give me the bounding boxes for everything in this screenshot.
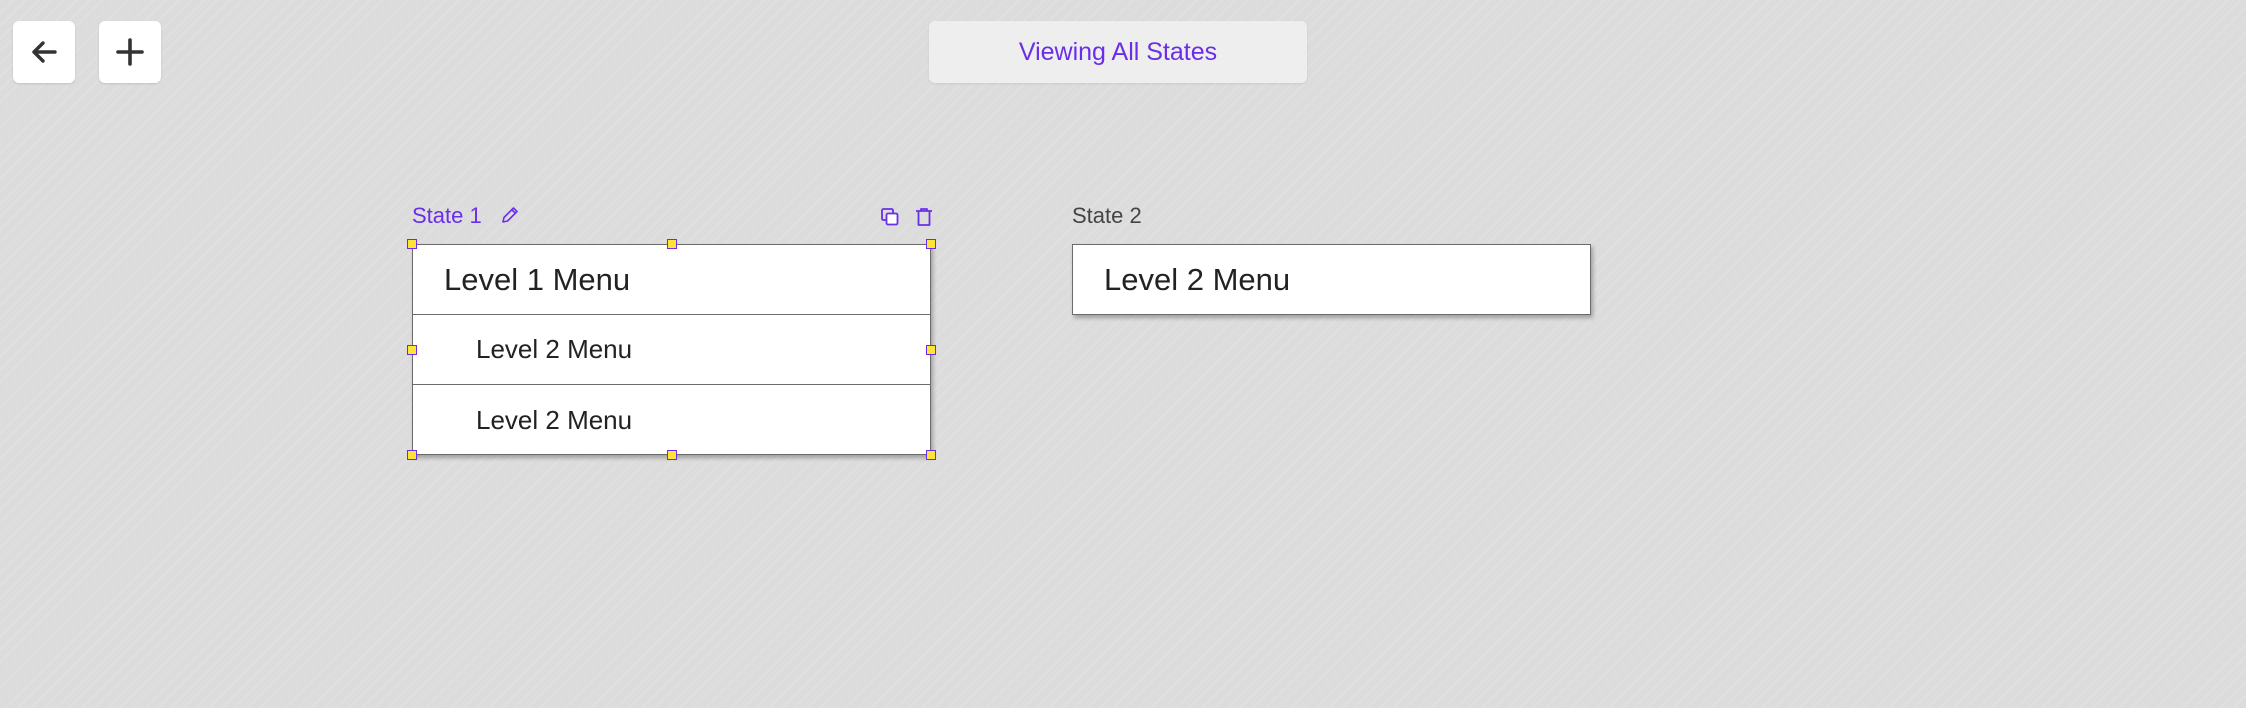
add-state-button[interactable] bbox=[99, 21, 161, 83]
level-2-menu-item[interactable]: Level 2 Menu bbox=[1073, 245, 1590, 314]
level-2-menu-item[interactable]: Level 2 Menu bbox=[413, 385, 930, 455]
delete-state-1-button[interactable] bbox=[911, 204, 937, 230]
state-1-title[interactable]: State 1 bbox=[412, 203, 482, 229]
arrow-left-icon bbox=[32, 41, 57, 63]
menu-item-label: Level 2 Menu bbox=[476, 334, 633, 364]
resize-handle-bottom-left[interactable] bbox=[407, 450, 417, 460]
state-1-menu[interactable]: Level 1 Menu Level 2 Menu Level 2 Menu bbox=[412, 244, 931, 455]
resize-handle-bottom-right[interactable] bbox=[926, 450, 936, 460]
resize-handle-left[interactable] bbox=[407, 345, 417, 355]
menu-item-label: Level 2 Menu bbox=[1104, 261, 1291, 297]
resize-handle-top-left[interactable] bbox=[407, 239, 417, 249]
menu-item-label: Level 2 Menu bbox=[476, 404, 633, 435]
pencil-icon bbox=[502, 207, 518, 223]
plus-icon bbox=[116, 38, 144, 66]
trash-icon bbox=[916, 208, 932, 226]
menu-item-label: Level 1 Menu bbox=[444, 261, 631, 297]
level-1-menu-item[interactable]: Level 1 Menu bbox=[413, 245, 930, 315]
copy-icon bbox=[881, 208, 899, 226]
edit-state-1-button[interactable] bbox=[497, 202, 523, 228]
resize-handle-bottom[interactable] bbox=[667, 450, 677, 460]
resize-handle-right[interactable] bbox=[926, 345, 936, 355]
viewing-all-states-button[interactable]: Viewing All States bbox=[929, 21, 1307, 83]
viewing-all-states-label: Viewing All States bbox=[1018, 37, 1218, 66]
resize-handle-top[interactable] bbox=[667, 239, 677, 249]
back-button[interactable] bbox=[13, 21, 75, 83]
resize-handle-top-right[interactable] bbox=[926, 239, 936, 249]
state-2-menu[interactable]: Level 2 Menu bbox=[1072, 244, 1591, 315]
duplicate-state-1-button[interactable] bbox=[877, 204, 903, 230]
state-2-title[interactable]: State 2 bbox=[1072, 203, 1142, 229]
level-2-menu-item[interactable]: Level 2 Menu bbox=[413, 315, 930, 385]
